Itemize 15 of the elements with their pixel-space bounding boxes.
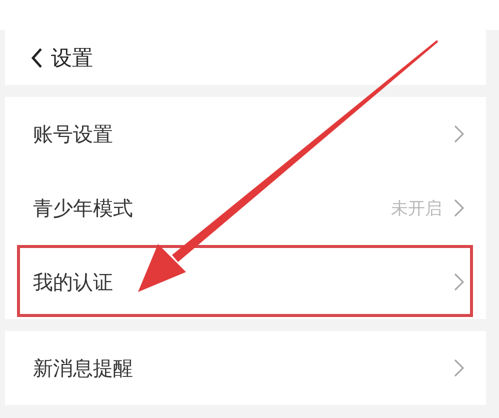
page-title: 设置: [51, 44, 93, 72]
chevron-icon: [454, 273, 464, 291]
row-label: 我的认证: [33, 268, 114, 296]
settings-row[interactable]: 新消息提醒: [5, 331, 486, 405]
row-value: 未开启: [391, 198, 442, 220]
chevron-icon: [454, 125, 464, 143]
settings-row[interactable]: 我的认证: [5, 245, 486, 319]
row-label: 新消息提醒: [33, 354, 134, 382]
chevron-icon: [454, 199, 464, 217]
row-label: 账号设置: [33, 120, 114, 148]
chevron-icon: [454, 359, 464, 377]
settings-row[interactable]: 青少年模式 未开启: [5, 171, 486, 245]
settings-row[interactable]: 账号设置: [5, 97, 486, 171]
row-label: 青少年模式: [33, 194, 134, 222]
back-icon[interactable]: [31, 48, 43, 68]
